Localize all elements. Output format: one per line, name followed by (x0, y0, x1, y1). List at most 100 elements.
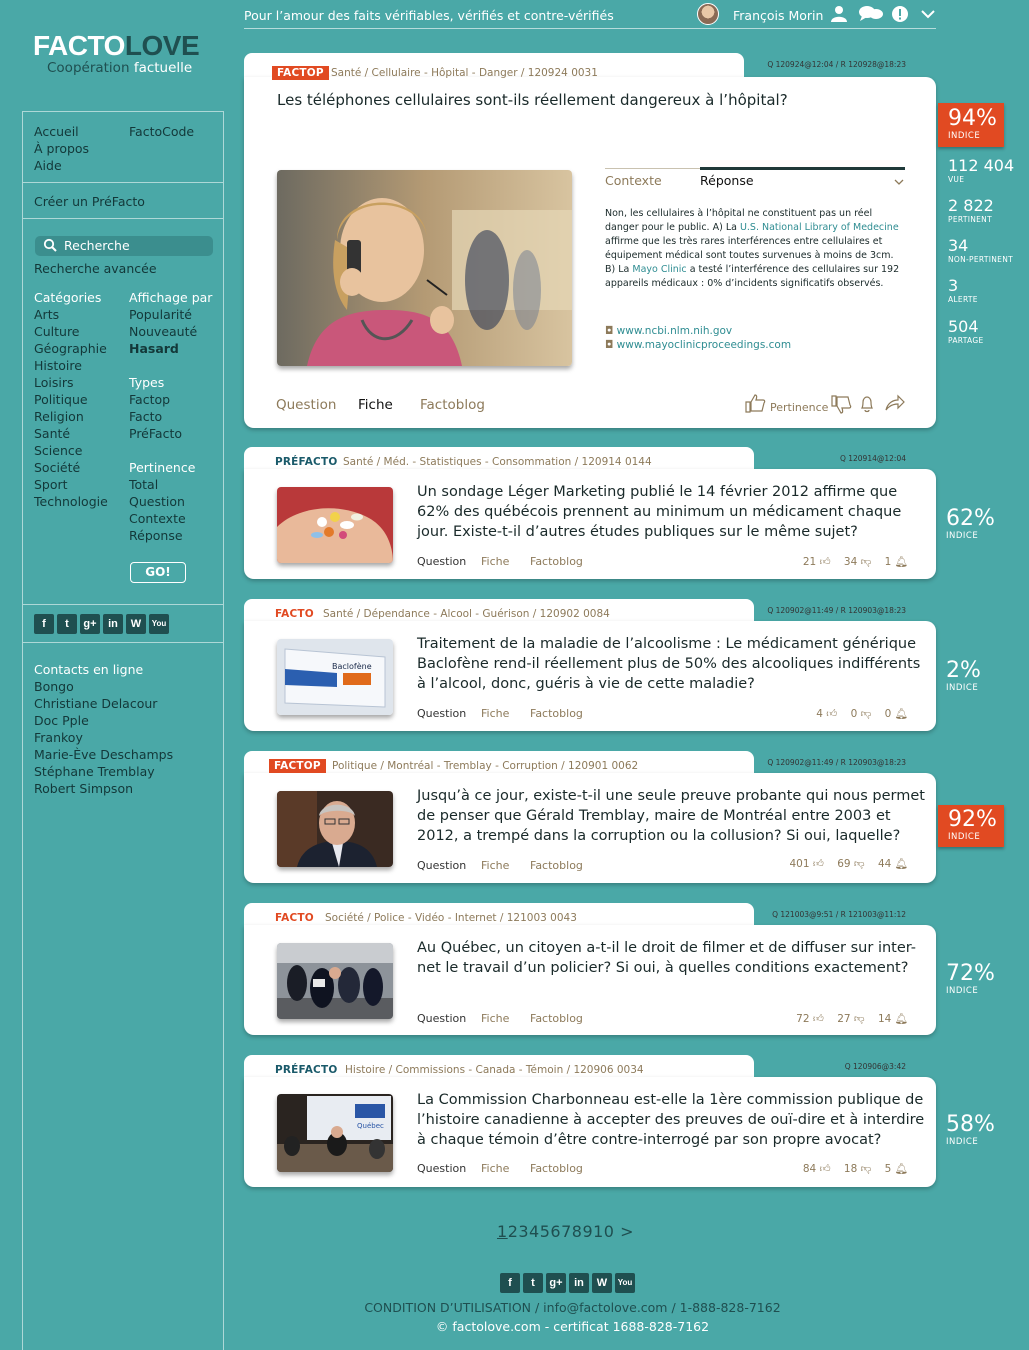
contact-item[interactable]: Robert Simpson (34, 780, 133, 797)
category-arts[interactable]: Arts (34, 306, 59, 323)
display-hasard[interactable]: Hasard (129, 340, 179, 357)
chevron-down-icon[interactable] (894, 172, 904, 191)
nav-aide[interactable]: Aide (34, 157, 62, 174)
pertinence-contexte[interactable]: Contexte (129, 510, 186, 527)
logo[interactable]: FACTOLOVE Coopération factuelle (33, 30, 200, 76)
tab-factoblog[interactable]: Factoblog (530, 1162, 583, 1175)
tab-fiche[interactable]: Fiche (481, 1162, 530, 1175)
contact-item[interactable]: Doc Pple (34, 712, 89, 729)
category-societe[interactable]: Société (34, 459, 80, 476)
tab-fiche[interactable]: Fiche (481, 1012, 530, 1025)
tab-fiche[interactable]: Fiche (481, 707, 530, 720)
likes-count[interactable]: 72 👍︎ (796, 1013, 824, 1025)
likes-count[interactable]: 401 👍︎ (789, 858, 823, 870)
youtube-icon[interactable]: You (149, 614, 169, 634)
dislikes-count[interactable]: 27 👎︎ (837, 1013, 864, 1025)
question-text[interactable]: Les téléphones cellulaires sont-ils réel… (277, 90, 788, 110)
display-popularite[interactable]: Popularité (129, 306, 192, 323)
breadcrumb[interactable]: Société / Police - Vidéo - Internet / 12… (325, 912, 577, 924)
alert-icon[interactable] (891, 5, 909, 27)
pertinence-question[interactable]: Question (129, 493, 185, 510)
twitter-icon[interactable]: t (57, 614, 77, 634)
linkedin-icon[interactable]: in (569, 1273, 589, 1293)
tab-question[interactable]: Question (417, 555, 481, 568)
category-religion[interactable]: Religion (34, 408, 84, 425)
googleplus-icon[interactable]: g+ (80, 614, 100, 634)
type-prefacto[interactable]: PréFacto (129, 425, 182, 442)
breadcrumb[interactable]: Histoire / Commissions - Canada - Témoin… (345, 1064, 644, 1076)
category-politique[interactable]: Politique (34, 391, 88, 408)
user-name[interactable]: François Morin (733, 8, 823, 23)
chat-icon[interactable] (858, 5, 884, 27)
question-text[interactable]: Au Québec, un citoyen a-t-il le droit de… (417, 938, 929, 978)
next-page-button[interactable]: > (620, 1222, 634, 1241)
tab-fiche[interactable]: Fiche (358, 397, 393, 414)
nav-factocode[interactable]: FactoCode (129, 123, 194, 140)
tab-factoblog[interactable]: Factoblog (530, 859, 583, 872)
likes-count[interactable]: 84 👍︎ (803, 1163, 831, 1175)
question-text[interactable]: Un sondage Léger Marketing publié le 14 … (417, 482, 929, 542)
linkedin-icon[interactable]: in (103, 614, 123, 634)
wikipedia-icon[interactable]: W (126, 614, 146, 634)
facebook-icon[interactable]: f (500, 1273, 520, 1293)
category-geographie[interactable]: Géographie (34, 340, 107, 357)
go-button[interactable]: GO! (130, 562, 186, 583)
type-facto[interactable]: Facto (129, 408, 162, 425)
display-nouveaute[interactable]: Nouveauté (129, 323, 197, 340)
facto-card[interactable]: FACTO Société / Police - Vidéo - Interne… (244, 903, 936, 1035)
tab-contexte[interactable]: Contexte (605, 172, 662, 189)
category-culture[interactable]: Culture (34, 323, 80, 340)
tab-reponse[interactable]: Réponse (700, 172, 754, 189)
contact-item[interactable]: Frankoy (34, 729, 83, 746)
nav-a-propos[interactable]: À propos (34, 140, 89, 157)
tab-factoblog[interactable]: Factoblog (530, 707, 583, 720)
likes-count[interactable]: 4 👍︎ (816, 708, 837, 720)
nav-accueil[interactable]: Accueil (34, 123, 79, 140)
alerts-count[interactable]: 1 🔔︎ (885, 556, 908, 568)
facto-card[interactable]: FACTO Santé / Dépendance - Alcool - Guér… (244, 599, 936, 731)
create-prefacto-link[interactable]: Créer un PréFacto (34, 193, 145, 210)
chevron-down-icon[interactable] (920, 5, 936, 27)
category-loisirs[interactable]: Loisirs (34, 374, 74, 391)
alerts-count[interactable]: 5 🔔︎ (885, 1163, 908, 1175)
source-link-nlm[interactable]: U.S. National Library of Medecine (740, 222, 899, 233)
tab-question[interactable]: Question (417, 1012, 481, 1025)
alerts-count[interactable]: 14 🔔︎ (878, 1013, 908, 1025)
advanced-search-link[interactable]: Recherche avancée (34, 260, 157, 277)
profile-icon[interactable] (830, 5, 848, 27)
share-icon[interactable] (884, 394, 906, 416)
source-link-mayo[interactable]: Mayo Clinic (632, 264, 686, 275)
question-text[interactable]: La Commission Charbonneau est-elle la 1è… (417, 1090, 929, 1150)
tab-factoblog[interactable]: Factoblog (530, 555, 583, 568)
page-current[interactable]: 1 (497, 1222, 508, 1241)
source-url[interactable]: www.ncbi.nlm.nih.gov (617, 325, 733, 337)
facto-card[interactable]: PRÉFACTO Santé / Méd. - Statistiques - C… (244, 447, 936, 579)
googleplus-icon[interactable]: g+ (546, 1273, 566, 1293)
tab-factoblog[interactable]: Factoblog (530, 1012, 583, 1025)
facto-card[interactable]: PRÉFACTO Histoire / Commissions - Canada… (244, 1055, 936, 1187)
breadcrumb[interactable]: Politique / Montréal - Tremblay - Corrup… (332, 760, 638, 772)
category-sport[interactable]: Sport (34, 476, 68, 493)
user-avatar[interactable] (697, 3, 719, 25)
contact-item[interactable]: Stéphane Tremblay (34, 763, 155, 780)
contact-item[interactable]: Christiane Delacour (34, 695, 157, 712)
breadcrumb[interactable]: Santé / Cellulaire - Hôpital - Danger / … (331, 67, 598, 79)
likes-count[interactable]: 21 👍︎ (803, 556, 831, 568)
search-input[interactable]: Recherche (35, 236, 213, 256)
category-science[interactable]: Science (34, 442, 82, 459)
tab-question[interactable]: Question (417, 859, 481, 872)
facto-card[interactable]: FACTOP Politique / Montréal - Tremblay -… (244, 751, 936, 883)
category-technologie[interactable]: Technologie (34, 493, 108, 510)
tab-factoblog[interactable]: Factoblog (420, 397, 485, 414)
twitter-icon[interactable]: t (523, 1273, 543, 1293)
thumbs-down-icon[interactable] (830, 395, 852, 419)
bell-icon[interactable] (859, 395, 875, 417)
alerts-count[interactable]: 0 🔔︎ (885, 708, 908, 720)
source-url[interactable]: www.mayoclinicproceedings.com (617, 339, 791, 351)
pertinence-total[interactable]: Total (129, 476, 158, 493)
alerts-count[interactable]: 44 🔔︎ (878, 858, 908, 870)
dislikes-count[interactable]: 34 👎︎ (844, 556, 871, 568)
wikipedia-icon[interactable]: W (592, 1273, 612, 1293)
tab-question[interactable]: Question (417, 707, 481, 720)
pertinence-reponse[interactable]: Réponse (129, 527, 183, 544)
